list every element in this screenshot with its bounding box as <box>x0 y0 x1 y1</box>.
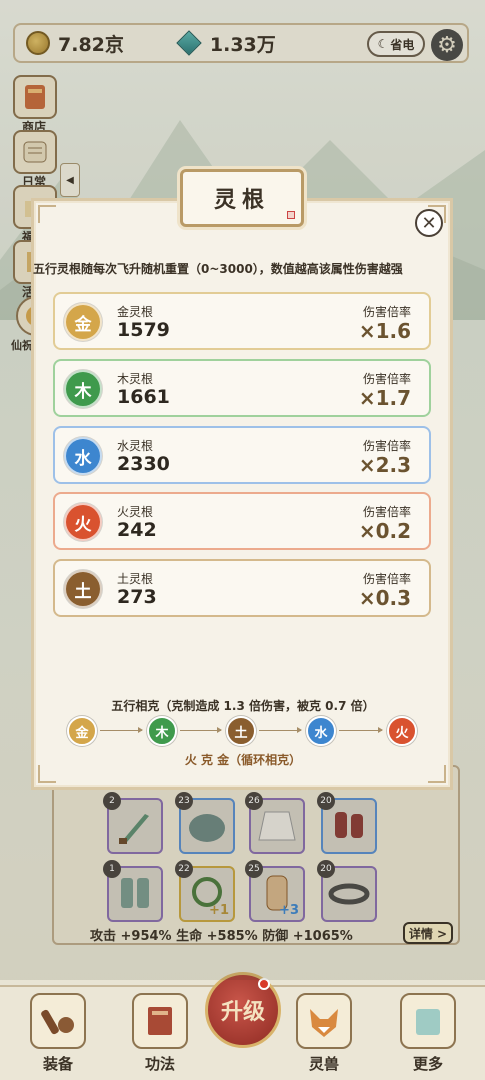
nav-spirit-beast-button[interactable] <box>296 993 352 1049</box>
nav-equipment-label: 装备 <box>42 1055 73 1073</box>
element-badge: 金 <box>64 303 102 341</box>
cycle-arrow <box>180 727 222 733</box>
damage-multiplier: ×0.3 <box>358 586 411 610</box>
root-value: 2330 <box>117 453 170 475</box>
nav-equipment-button[interactable] <box>30 993 86 1049</box>
close-icon: ✕ <box>421 212 437 234</box>
damage-rate-label: 伤害倍率 <box>362 439 411 453</box>
cycle-element-node: 土 <box>226 716 256 746</box>
equipment-icon <box>41 1009 74 1035</box>
damage-rate-label: 伤害倍率 <box>362 372 411 386</box>
spirit-root-row: 水 水灵根 2330 伤害倍率 ×2.3 <box>53 426 431 484</box>
more-icon <box>416 1009 440 1035</box>
restraint-cycle-title: 五行相克（克制造成 1.3 倍伤害，被克 0.7 倍） <box>111 699 375 713</box>
cycle-arrow <box>259 727 302 733</box>
damage-rate-label: 伤害倍率 <box>362 572 411 586</box>
cycle-arrow <box>339 727 383 733</box>
damage-rate-label: 伤害倍率 <box>362 505 411 519</box>
nav-technique-button[interactable] <box>132 993 188 1049</box>
modal-title-plate: 灵根 <box>180 169 304 227</box>
root-value: 1661 <box>117 386 170 408</box>
nav-technique-label: 功法 <box>144 1055 175 1073</box>
corner-ornament <box>38 205 56 223</box>
book-icon <box>148 1007 172 1035</box>
cycle-element-node: 金 <box>67 716 97 746</box>
damage-multiplier: ×1.7 <box>358 386 411 410</box>
cycle-element-node: 水 <box>306 716 336 746</box>
modal-description: 五行灵根随每次飞升随机重置（0~3000），数值越高该属性伤害越强 <box>33 262 403 276</box>
damage-multiplier: ×1.6 <box>358 319 411 343</box>
nav-more-button[interactable] <box>400 993 456 1049</box>
root-value: 1579 <box>117 319 170 341</box>
spirit-root-row: 金 金灵根 1579 伤害倍率 ×1.6 <box>53 292 431 350</box>
element-badge: 木 <box>64 370 102 408</box>
modal-title: 灵根 <box>213 188 270 213</box>
root-name: 水灵根 <box>117 439 154 453</box>
damage-multiplier: ×2.3 <box>358 453 411 477</box>
cycle-arrow <box>100 727 143 733</box>
spirit-root-row: 土 土灵根 273 伤害倍率 ×0.3 <box>53 559 431 617</box>
cycle-element-node: 木 <box>147 716 177 746</box>
root-name: 木灵根 <box>117 372 154 386</box>
close-button[interactable]: ✕ <box>415 209 443 237</box>
damage-rate-label: 伤害倍率 <box>362 305 411 319</box>
nav-more-label: 更多 <box>412 1055 443 1073</box>
root-name: 土灵根 <box>117 572 154 586</box>
spirit-root-row: 木 木灵根 1661 伤害倍率 ×1.7 <box>53 359 431 417</box>
fox-icon <box>310 1009 338 1037</box>
spirit-root-row: 火 火灵根 242 伤害倍率 ×0.2 <box>53 492 431 550</box>
root-name: 火灵根 <box>117 505 154 519</box>
root-name: 金灵根 <box>117 305 154 319</box>
element-badge: 水 <box>64 437 102 475</box>
cycle-element-node: 火 <box>387 716 417 746</box>
nav-spirit-beast-label: 灵兽 <box>308 1055 339 1073</box>
restraint-cycle-note: 火 克 金（循环相克） <box>184 753 302 767</box>
root-value: 242 <box>117 519 157 541</box>
element-badge: 火 <box>64 503 102 541</box>
root-value: 273 <box>117 586 157 608</box>
damage-multiplier: ×0.2 <box>358 519 411 543</box>
seal-icon <box>287 211 295 219</box>
element-badge: 土 <box>64 570 102 608</box>
